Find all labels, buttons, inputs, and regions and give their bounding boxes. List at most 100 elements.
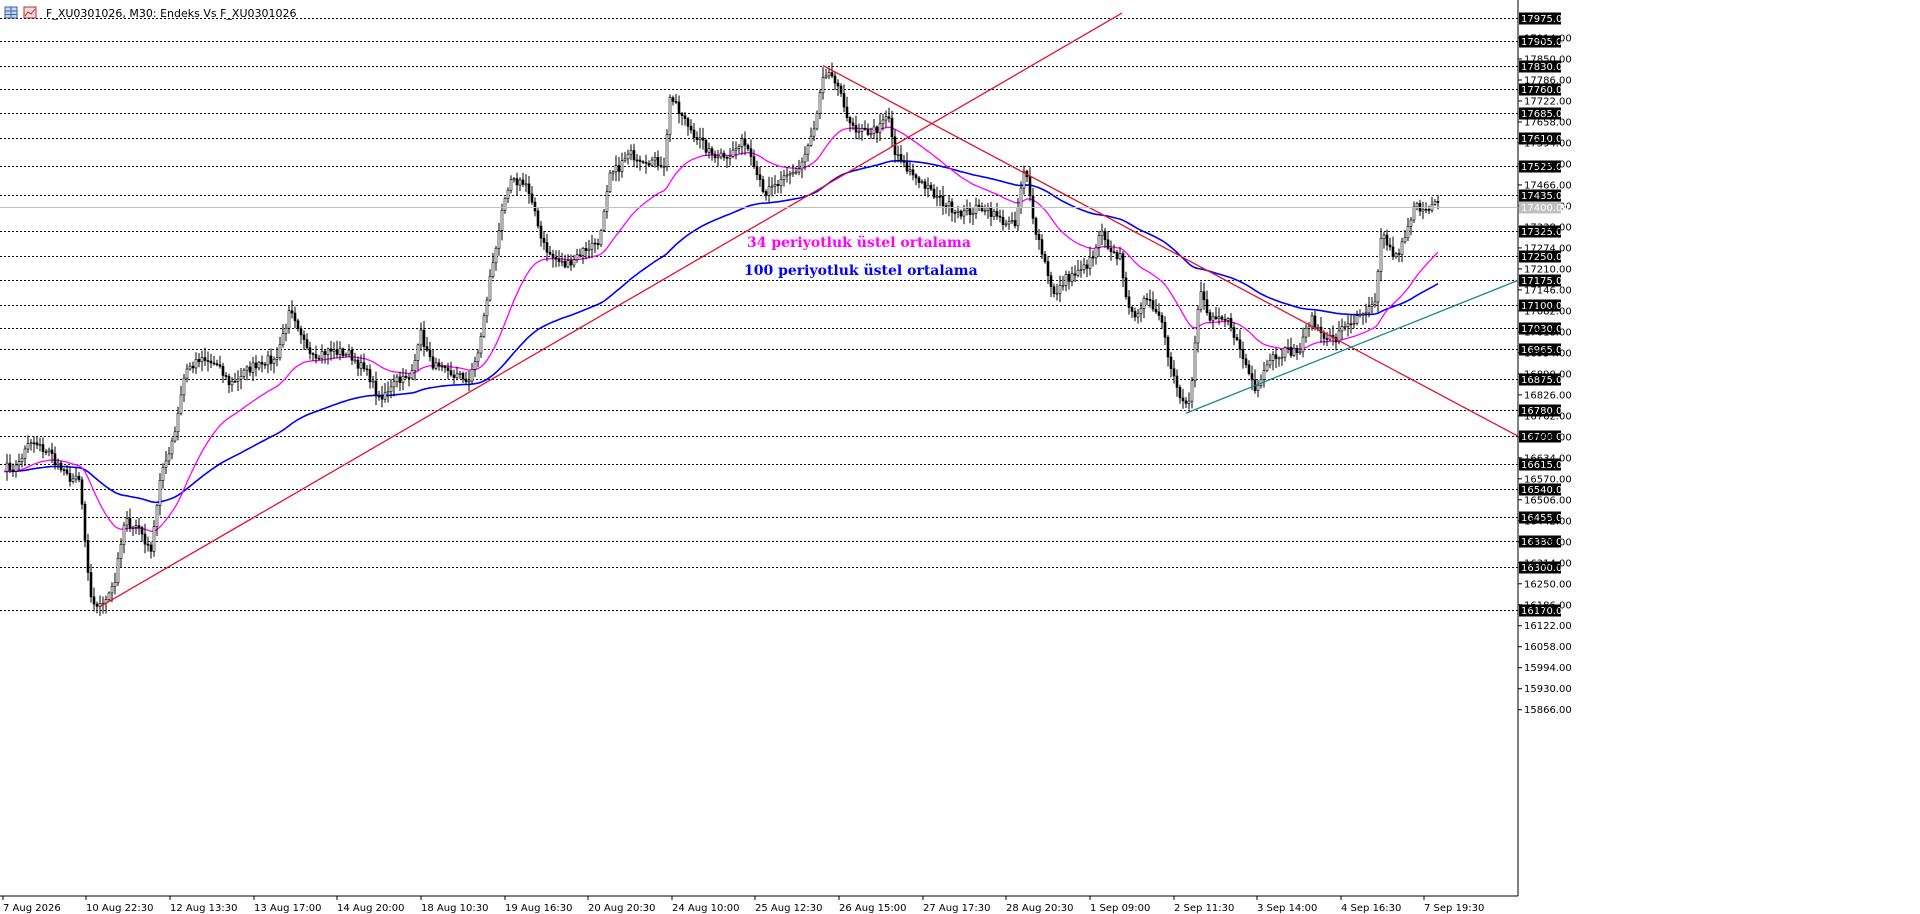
candle-body [584,248,588,251]
candle-body [188,365,192,370]
candle-body [230,381,234,386]
time-tick-label: 2 Sep 11:30 [1174,903,1234,914]
candle-body [32,442,36,445]
candle-body [80,479,84,505]
candle-body [425,346,429,351]
candle-body [767,186,771,196]
candle-body [1043,253,1047,262]
candle-body [266,355,270,366]
time-tick-label: 20 Aug 20:30 [588,903,655,914]
candle-body [281,333,285,346]
candle-body [935,195,939,198]
candle-body [167,453,171,462]
candle-body [668,97,672,135]
candle-body [1010,220,1014,222]
candle-body [248,366,252,373]
chart-grid-icon[interactable] [4,6,18,19]
price-tick-label: 15994.00 [1524,663,1572,674]
candle-body [752,156,756,167]
candle-body [743,138,747,146]
candle-body [644,161,648,164]
candle-body [1433,201,1437,205]
candle-body [1118,253,1122,260]
candle-body [785,174,789,177]
candle-body [536,210,540,227]
time-tick-label: 4 Sep 16:30 [1341,903,1401,914]
price-tick-label: 16314.00 [1524,558,1572,569]
candle-body [1055,292,1059,295]
candle-body [272,359,276,364]
candle-body [821,77,825,94]
candle-body [131,526,135,529]
candle-body [476,352,480,363]
candle-body [737,146,741,149]
candle-body [26,443,30,450]
price-tick-label: 17274.00 [1524,243,1572,254]
candle-body [335,349,339,355]
candle-body [647,163,651,166]
candle-body [92,596,96,605]
candle-body [800,161,804,170]
candle-body [437,362,441,367]
candle-body [527,183,531,195]
candle-body [695,137,699,141]
candle-body [1034,218,1038,235]
candle-body [59,462,63,471]
candle-body [581,248,585,256]
candle-body [596,243,600,246]
candle-body [257,362,261,369]
chart-window[interactable]: 17975.00 17905.00 17830.00 17760.00 17685.00… [0,0,1920,914]
candle-body [218,364,222,367]
candle-body [899,154,903,162]
candle-body [704,139,708,153]
chart-window-icons[interactable] [4,6,40,20]
candle-body [446,367,450,371]
candle-body [1436,201,1440,203]
candle-body [1298,351,1302,354]
price-chart[interactable]: 17975.0017905.0017830.0017760.0017685.00… [0,0,1920,914]
candle-body [1226,318,1230,321]
candle-body [590,242,594,250]
candle-body [269,355,273,364]
candle-body [971,213,975,216]
candle-body [515,178,519,186]
candle-body [1070,273,1074,282]
candle-body [296,320,300,330]
price-tick-label: 16890.00 [1524,369,1572,380]
candle-body [542,237,546,243]
candle-body [176,412,180,433]
candle-body [1214,316,1218,320]
candle-body [65,469,69,474]
candle-body [1235,337,1239,341]
candle-body [1028,176,1032,197]
candle-body [359,362,363,369]
candle-body [1388,244,1392,248]
candle-body [440,365,444,368]
candle-body [617,165,621,172]
candle-body [1037,234,1041,240]
candle-body [863,128,867,130]
price-tick-label: 16122.00 [1524,621,1572,632]
price-tick-label: 16250.00 [1524,579,1572,590]
candle-body [1271,354,1275,361]
candle-body [326,348,330,355]
candle-body [1391,246,1395,258]
chart-type-icon[interactable] [23,6,37,19]
candle-body [1172,368,1176,377]
price-tick-label: 17530.00 [1524,159,1572,170]
candle-body [809,135,813,146]
candle-body [551,253,555,258]
candle-body [1412,206,1416,221]
candle-body [203,357,207,361]
candle-body [1415,203,1419,208]
candle-body [1346,323,1350,327]
candle-body [14,464,18,472]
candle-body [455,373,459,378]
candle-body [830,72,834,77]
candle-body [1130,307,1134,312]
candle-body [119,544,123,559]
candle-body [1175,375,1179,388]
candle-body [1040,239,1044,255]
candle-body [122,524,126,545]
candle-body [1064,274,1068,286]
